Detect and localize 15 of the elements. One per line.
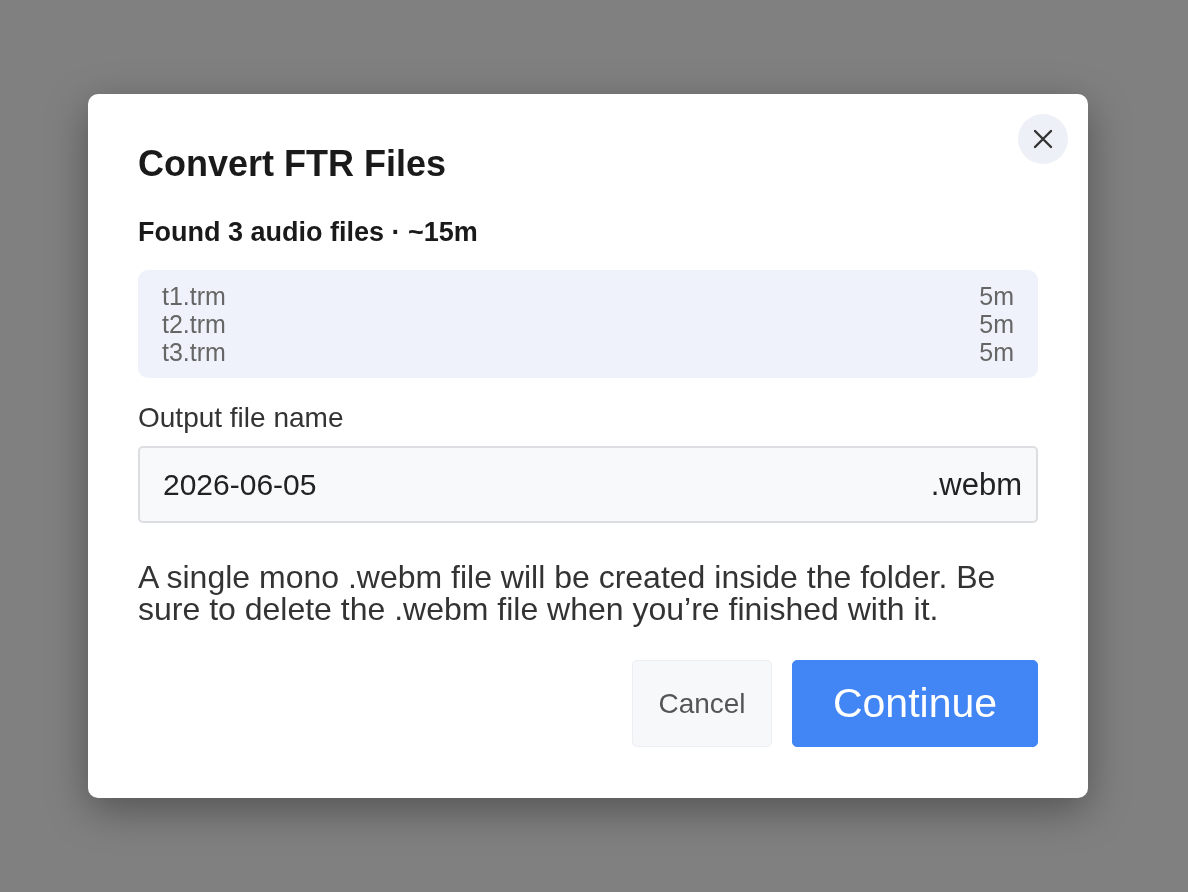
close-icon <box>1033 129 1053 149</box>
info-text: A single mono .webm file will be created inside the folder. Be sure to delete the .webm file when you’re finished with it. <box>138 561 997 625</box>
file-duration: 5m <box>979 338 1014 366</box>
file-duration: 5m <box>979 310 1014 338</box>
file-summary: Found 3 audio files · ~15m <box>138 216 479 248</box>
field-label: Output file name <box>138 402 345 434</box>
file-name: t2.trm <box>162 310 226 338</box>
cancel-button[interactable]: Cancel <box>632 660 772 747</box>
close-button[interactable] <box>1018 114 1068 164</box>
extension-suffix: .webm <box>930 466 1022 503</box>
dialog-title: Convert FTR Files <box>138 142 448 185</box>
file-duration: 5m <box>979 282 1014 310</box>
file-name: t3.trm <box>162 338 226 366</box>
continue-button[interactable]: Continue <box>792 660 1038 747</box>
file-name: t1.trm <box>162 282 226 310</box>
